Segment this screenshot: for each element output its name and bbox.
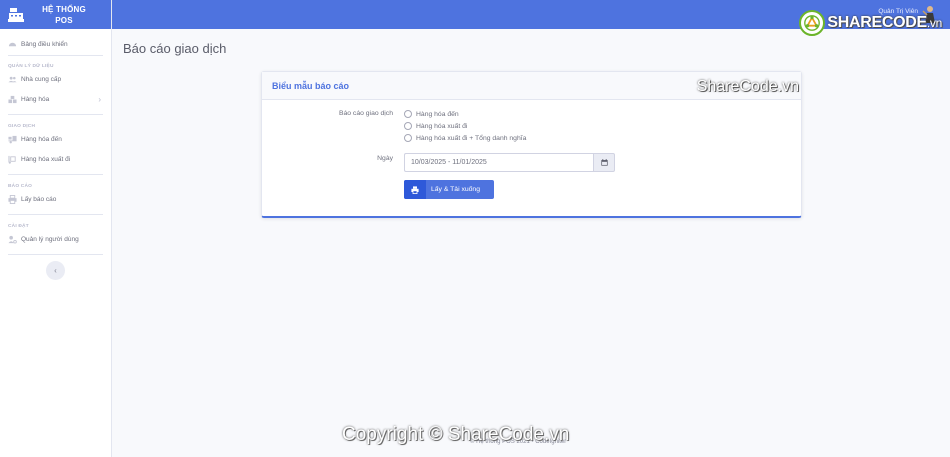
divider [8,114,103,115]
divider [8,214,103,215]
card-watermark: ShareCode.vn [696,78,799,95]
radio-circle[interactable] [404,110,412,118]
date-label: Ngày [377,155,393,162]
sidebar-heading-transactions: GIAO DỊCH [8,124,36,129]
sharecode-logo-icon [799,10,826,36]
calendar-icon [600,159,608,166]
brand-line1: HỆ THỐNG [42,4,86,14]
sidebar-item-label: Hàng hóa xuất đi [21,155,71,163]
print-icon [404,180,426,199]
sidebar-heading-settings: CÀI ĐẶT [8,224,29,229]
radio-label: Hàng hóa xuất đi [416,122,468,130]
sidebar-heading-report: BÁO CÁO [8,184,33,189]
watermark-text: SHARECODE.vn [827,14,942,31]
sidebar-heading-data: QUẢN LÝ DỮ LIỆU [8,64,54,69]
date-range-input[interactable]: 10/03/2025 - 11/01/2025 [404,153,593,172]
sidebar-item-label: Bảng điều khiển [21,40,68,48]
cash-register-icon [8,7,24,22]
sidebar-toggle-button[interactable]: ‹ [46,261,65,280]
sidebar-item-label: Nhà cung cấp [21,75,62,83]
footer-watermark: Copyright © ShareCode.vn [342,424,570,445]
report-type-label: Báo cáo giao dịch [338,110,393,117]
users-icon [8,75,17,84]
calendar-button[interactable] [593,153,615,172]
brand-line2: POS [55,15,73,25]
dolly-icon [8,155,17,164]
brand[interactable]: HỆ THỐNG POS [0,0,111,29]
sidebar-item-suppliers[interactable]: Nhà cung cấp [0,69,111,89]
page-title: Báo cáo giao dịch [123,41,227,56]
sidebar-item-label: Hàng hóa [21,95,50,103]
radio-goods-out-total[interactable]: Hàng hóa xuất đi + Tổng danh nghĩa [404,134,526,142]
sidebar-item-dashboard[interactable]: Bảng điều khiển [0,34,111,54]
boxes-icon [8,95,17,104]
brand-text: HỆ THỐNG POS [24,4,104,26]
radio-goods-out[interactable]: Hàng hóa xuất đi [404,122,467,130]
sidebar-item-goods[interactable]: Hàng hóa › [0,89,111,109]
sidebar: HỆ THỐNG POS Bảng điều khiển QUẢN LÝ DỮ … [0,0,112,457]
watermark-logo: SHARECODE.vn [799,10,942,36]
sidebar-item-label: Quản lý người dùng [21,235,79,243]
divider [8,174,103,175]
radio-label: Hàng hóa đến [416,110,459,118]
sidebar-item-get-report[interactable]: Lấy báo cáo [0,189,111,209]
report-form-card: Biểu mẫu báo cáo ShareCode.vn Báo cáo gi… [261,71,802,218]
chevron-right-icon: › [98,94,101,104]
sidebar-item-goods-in[interactable]: Hàng hóa đến [0,129,111,149]
radio-circle[interactable] [404,122,412,130]
radio-goods-in[interactable]: Hàng hóa đến [404,110,459,118]
sidebar-item-label: Hàng hóa đến [21,135,62,143]
get-download-button[interactable]: Lấy & Tải xuống [404,180,494,199]
divider [8,254,103,255]
user-cog-icon [8,235,17,244]
sidebar-item-goods-out[interactable]: Hàng hóa xuất đi [0,149,111,169]
radio-label: Hàng hóa xuất đi + Tổng danh nghĩa [416,134,527,142]
dashboard-icon [8,40,17,49]
truck-loading-icon [8,135,17,144]
date-range-group: 10/03/2025 - 11/01/2025 [404,153,615,172]
radio-circle[interactable] [404,134,412,142]
sidebar-item-label: Lấy báo cáo [21,195,57,203]
print-icon [8,194,17,204]
sidebar-item-user-management[interactable]: Quản lý người dùng [0,229,111,249]
get-download-label: Lấy & Tải xuống [431,186,480,193]
